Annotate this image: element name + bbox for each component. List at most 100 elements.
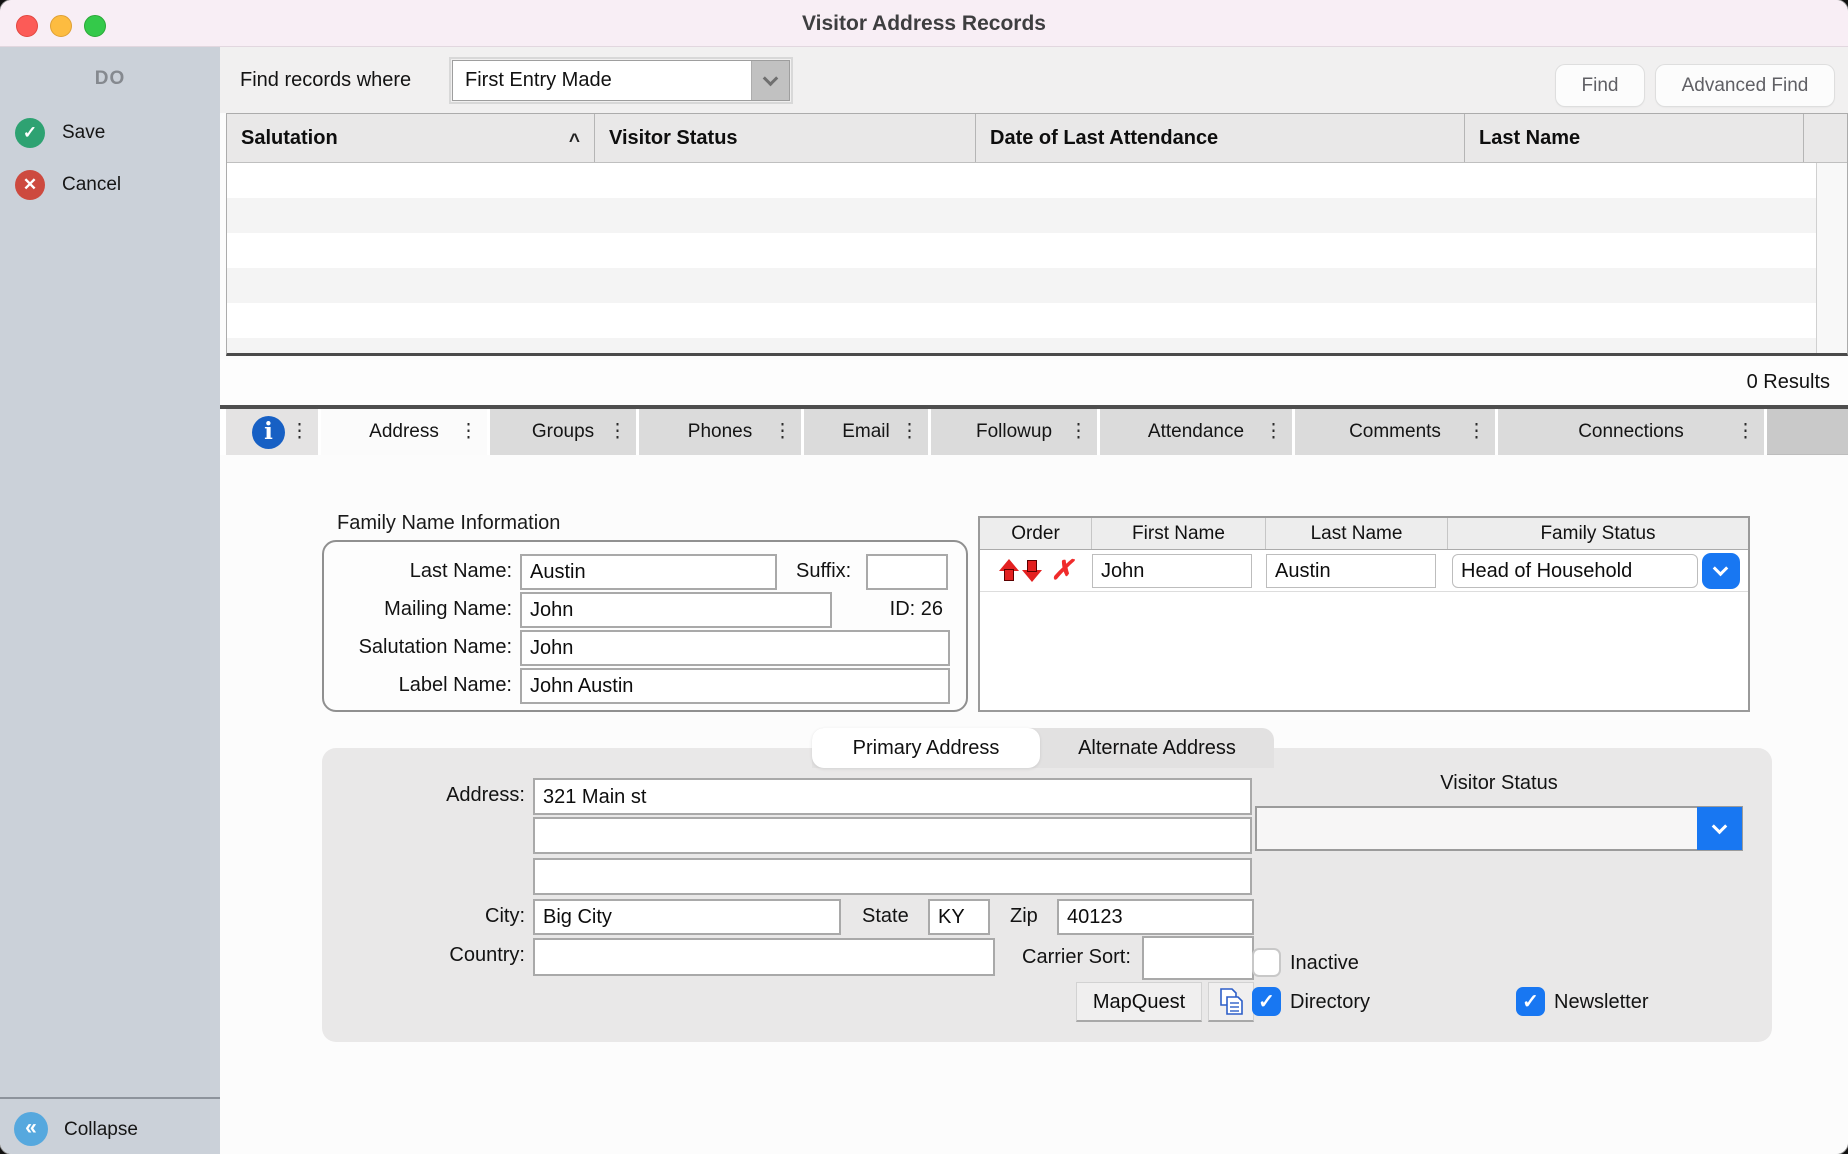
zip-field[interactable]: 40123 [1057, 899, 1254, 935]
directory-checkbox[interactable] [1252, 987, 1281, 1016]
family-members-table: Order First Name Last Name Family Status… [978, 516, 1750, 712]
tab-attendance[interactable]: Attendance⋮ [1100, 409, 1292, 455]
info-icon: i [252, 416, 285, 449]
copy-documents-icon [1218, 987, 1245, 1017]
tab-options-icon[interactable]: ⋮ [1264, 409, 1283, 455]
table-row [227, 303, 1847, 338]
tab-comments[interactable]: Comments⋮ [1295, 409, 1495, 455]
state-field[interactable]: KY [928, 899, 990, 935]
find-field-dropdown-button[interactable] [751, 61, 789, 100]
column-header-date-of-last-attendance[interactable]: Date of Last Attendance [976, 114, 1465, 162]
results-table-scrollbar[interactable] [1816, 163, 1847, 353]
collapse-sidebar-button[interactable]: « Collapse [0, 1105, 220, 1154]
tab-options-icon[interactable]: ⋮ [900, 409, 919, 455]
tab-address[interactable]: Address⋮ [321, 409, 487, 455]
tab-options-icon[interactable]: ⋮ [1736, 409, 1755, 455]
tab-connections[interactable]: Connections⋮ [1498, 409, 1764, 455]
find-bar: Find records where First Entry Made Find… [220, 47, 1848, 113]
move-down-icon[interactable] [1022, 559, 1042, 582]
city-field[interactable]: Big City [533, 899, 841, 935]
titlebar: Visitor Address Records [0, 0, 1848, 47]
copy-address-button[interactable] [1208, 982, 1254, 1022]
country-field[interactable] [533, 938, 995, 976]
table-row [227, 268, 1847, 303]
directory-checkbox-row: Directory [1252, 987, 1452, 1017]
collapse-label: Collapse [64, 1105, 138, 1154]
family-name-information-heading: Family Name Information [337, 512, 560, 535]
address-tab-content: Family Name Information Last Name: Austi… [220, 455, 1848, 1154]
column-header-visitor-status[interactable]: Visitor Status [595, 114, 976, 162]
family-status-field[interactable]: Head of Household [1452, 554, 1698, 588]
column-header-order: Order [980, 518, 1092, 549]
last-name-field[interactable]: Austin [520, 554, 777, 590]
zip-label: Zip [1010, 905, 1038, 928]
tab-options-icon[interactable]: ⋮ [290, 409, 309, 455]
column-header-salutation[interactable]: Salutation ^ [227, 114, 595, 162]
tab-options-icon[interactable]: ⋮ [608, 409, 627, 455]
address-line3-field[interactable] [533, 858, 1252, 895]
column-header-first-name: First Name [1092, 518, 1266, 549]
column-header-last-name: Last Name [1266, 518, 1448, 549]
family-member-row: ✗ John Austin Head of Household [980, 550, 1748, 592]
delete-member-icon[interactable]: ✗ [1051, 559, 1074, 582]
address-tab-group: Primary Address Alternate Address [812, 728, 1274, 768]
tab-email[interactable]: Email⋮ [804, 409, 928, 455]
mapquest-button[interactable]: MapQuest [1076, 982, 1202, 1022]
member-last-name-field[interactable]: Austin [1266, 554, 1436, 588]
salutation-name-field[interactable]: John [520, 630, 950, 666]
visitor-status-dropdown-button[interactable] [1697, 807, 1742, 850]
advanced-find-button[interactable]: Advanced Find [1656, 65, 1834, 106]
tab-alternate-address[interactable]: Alternate Address [1040, 728, 1274, 768]
tab-phones[interactable]: Phones⋮ [639, 409, 801, 455]
carrier-sort-label: Carrier Sort: [1022, 946, 1131, 969]
family-status-cell: Head of Household [1448, 553, 1746, 589]
member-first-name-field[interactable]: John [1092, 554, 1252, 588]
family-status-dropdown-button[interactable] [1702, 553, 1740, 589]
directory-label: Directory [1290, 987, 1370, 1017]
mailing-name-field[interactable]: John [520, 592, 832, 628]
label-name-field[interactable]: John Austin [520, 668, 950, 704]
tab-primary-address[interactable]: Primary Address [812, 728, 1040, 768]
visitor-status-field[interactable] [1255, 806, 1743, 851]
find-button[interactable]: Find [1556, 65, 1644, 106]
sidebar-heading: DO [0, 68, 220, 90]
suffix-field[interactable] [866, 554, 948, 590]
find-field-dropdown[interactable]: First Entry Made [452, 60, 790, 101]
mailing-name-label: Mailing Name: [330, 598, 512, 621]
inactive-checkbox[interactable] [1252, 948, 1281, 977]
address-line1-field[interactable]: 321 Main st [533, 778, 1252, 815]
column-header-last-name[interactable]: Last Name [1465, 114, 1804, 162]
tab-options-icon[interactable]: ⋮ [459, 409, 478, 455]
save-button[interactable]: ✓ Save [0, 115, 220, 151]
results-table-rows [227, 163, 1847, 356]
results-table: Salutation ^ Visitor Status Date of Last… [226, 113, 1848, 356]
table-row [227, 233, 1847, 268]
first-name-cell: John [1092, 554, 1266, 588]
newsletter-label: Newsletter [1554, 987, 1648, 1017]
find-field-dropdown-value: First Entry Made [465, 61, 612, 100]
tab-followup[interactable]: Followup⋮ [931, 409, 1097, 455]
tab-options-icon[interactable]: ⋮ [1069, 409, 1088, 455]
window-title: Visitor Address Records [0, 0, 1848, 47]
app-window: Visitor Address Records DO ✓ Save ✕ Canc… [0, 0, 1848, 1154]
cancel-button[interactable]: ✕ Cancel [0, 167, 220, 203]
save-check-icon: ✓ [15, 118, 45, 148]
order-cell: ✗ [980, 559, 1092, 582]
find-records-where-label: Find records where [240, 47, 411, 113]
tab-groups[interactable]: Groups⋮ [490, 409, 636, 455]
primary-address-panel: Address: 321 Main st City: Big City Stat… [322, 748, 1772, 1042]
label-name-label: Label Name: [330, 674, 512, 697]
carrier-sort-field[interactable] [1142, 936, 1254, 980]
sidebar: DO ✓ Save ✕ Cancel « Collapse [0, 47, 220, 1154]
record-id: ID: 26 [890, 598, 943, 621]
country-label: Country: [449, 944, 525, 967]
results-status-bar: 0 Results [220, 359, 1848, 405]
move-up-icon[interactable] [999, 559, 1019, 582]
newsletter-checkbox[interactable] [1516, 987, 1545, 1016]
address-line2-field[interactable] [533, 817, 1252, 854]
tab-options-icon[interactable]: ⋮ [773, 409, 792, 455]
tab-info[interactable]: i ⋮ [226, 409, 318, 455]
tab-options-icon[interactable]: ⋮ [1467, 409, 1486, 455]
record-tab-bar: i ⋮ Address⋮ Groups⋮ Phones⋮ Email⋮ Foll… [220, 405, 1848, 455]
table-row [227, 163, 1847, 198]
